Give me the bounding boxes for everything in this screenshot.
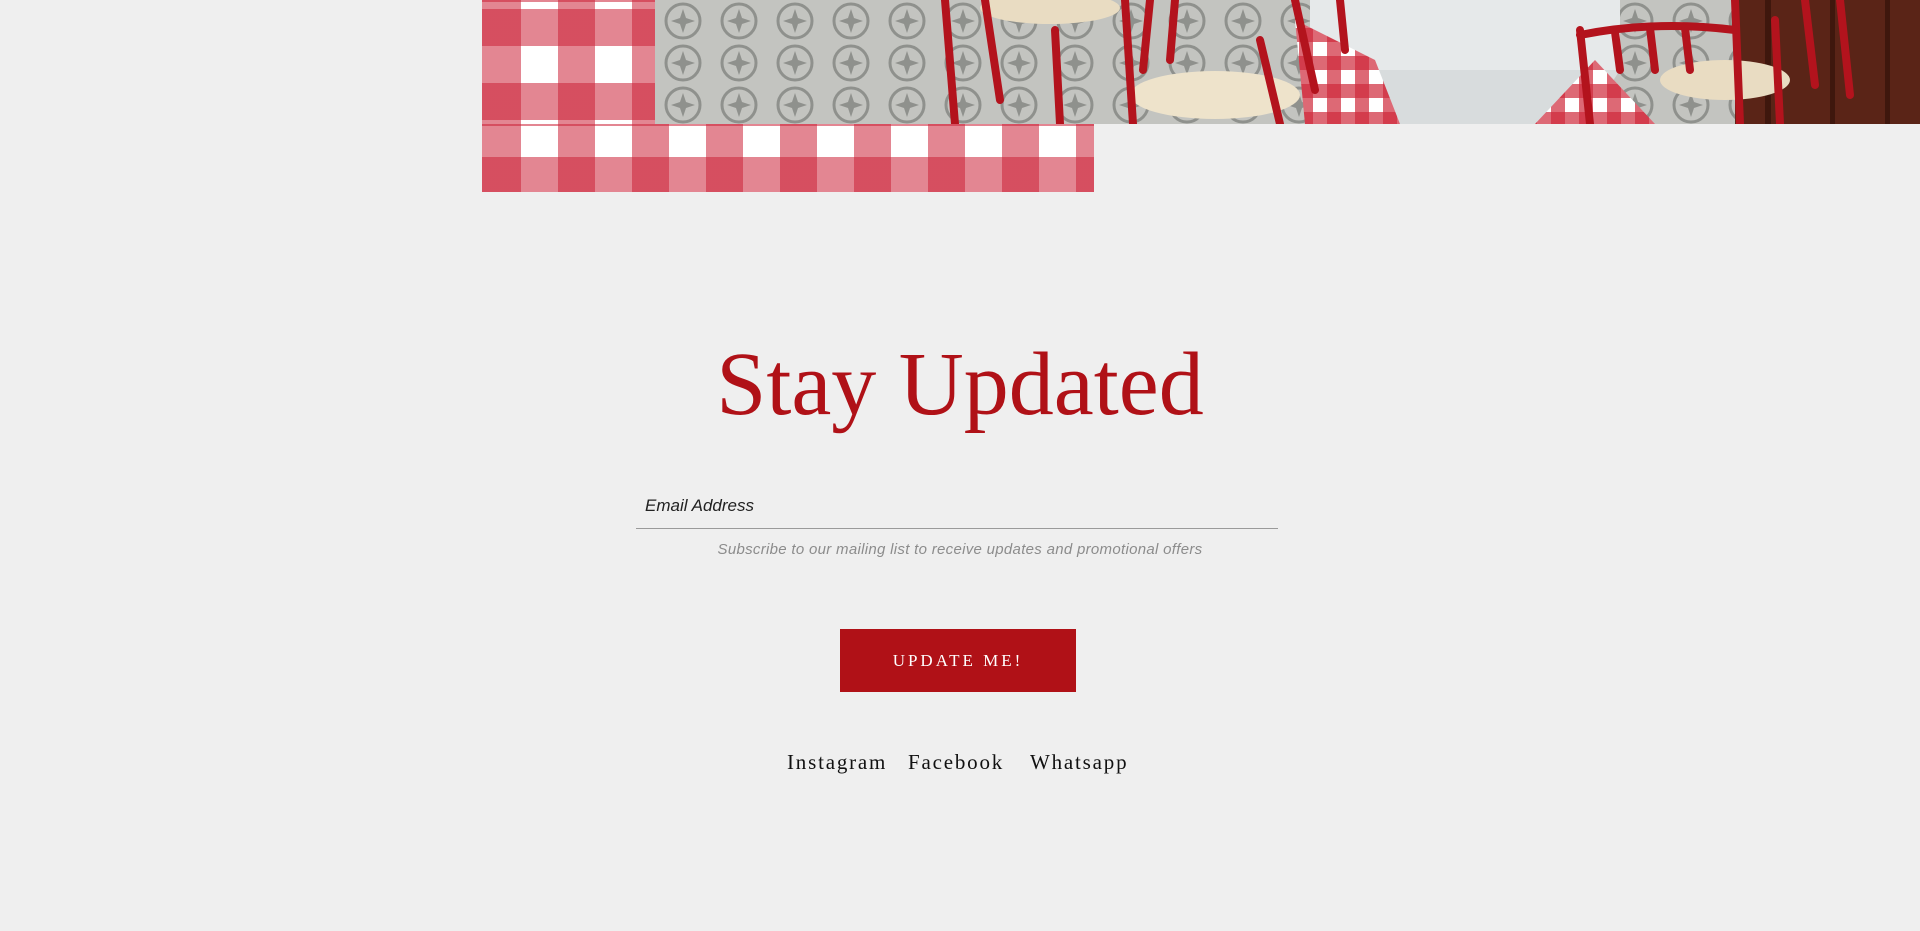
subscribe-helper-text: Subscribe to our mailing list to receive… xyxy=(717,541,1203,558)
whatsapp-link[interactable]: Whatsapp xyxy=(1030,750,1128,775)
restaurant-interior-image xyxy=(655,0,1920,124)
facebook-link[interactable]: Facebook xyxy=(908,750,1004,775)
email-field-wrapper xyxy=(636,488,1278,529)
instagram-link[interactable]: Instagram xyxy=(787,750,887,775)
update-me-button[interactable]: UPDATE ME! xyxy=(840,629,1076,692)
gingham-cloth-horizontal xyxy=(482,124,1094,192)
email-input[interactable] xyxy=(636,488,1278,524)
stay-updated-heading: Stay Updated xyxy=(716,335,1204,434)
social-links: Instagram Facebook Whatsapp xyxy=(0,750,1920,780)
